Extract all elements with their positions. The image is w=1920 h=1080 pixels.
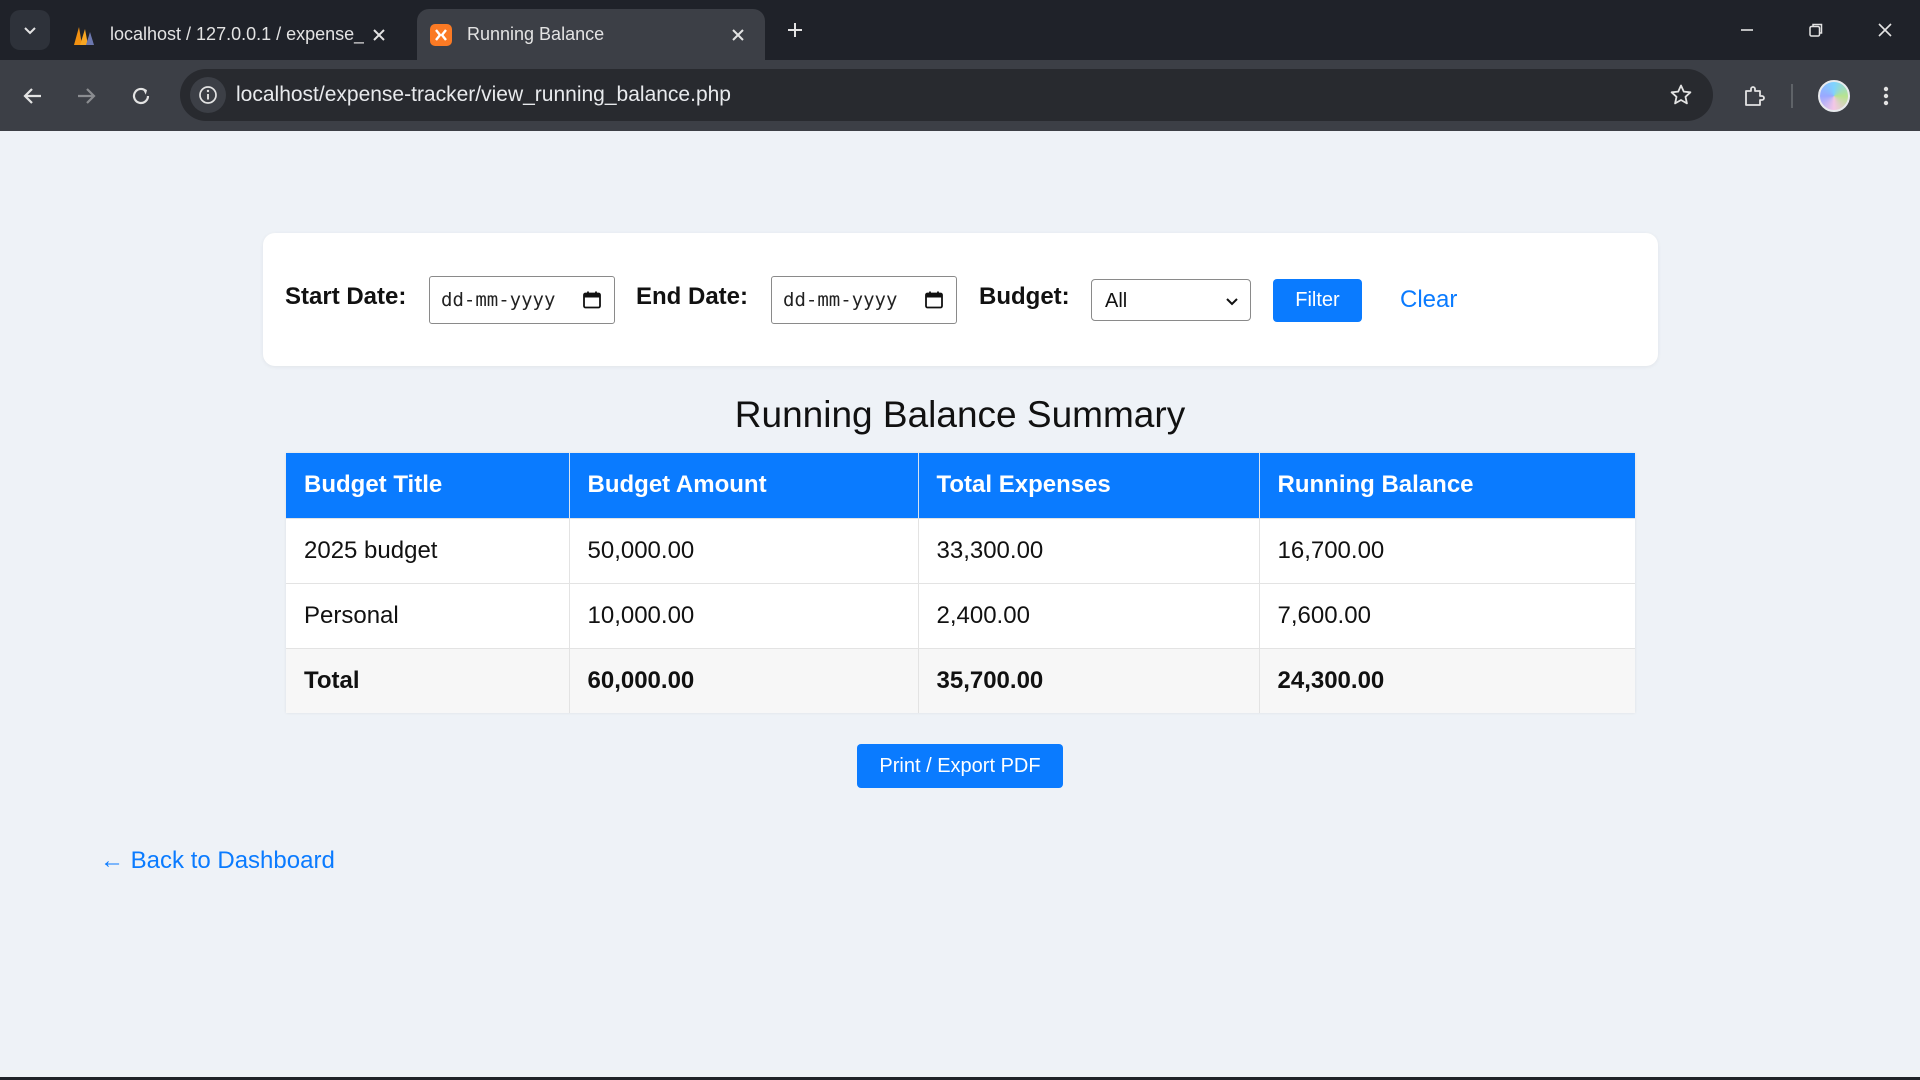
site-info-icon[interactable] bbox=[190, 77, 226, 113]
arrow-right-icon bbox=[78, 88, 96, 104]
table-header-row: Budget Title Budget Amount Total Expense… bbox=[286, 453, 1635, 518]
clear-link[interactable]: Clear bbox=[1400, 286, 1457, 314]
end-date-input[interactable]: dd-mm-yyyy bbox=[771, 276, 957, 324]
reload-button[interactable] bbox=[122, 77, 160, 115]
cell-budget-amount: 10,000.00 bbox=[569, 582, 919, 648]
arrow-left-icon bbox=[23, 88, 41, 104]
restore-button[interactable] bbox=[1794, 12, 1838, 48]
cell-budget-amount: 50,000.00 bbox=[569, 517, 919, 583]
back-to-dashboard-link[interactable]: ← Back to Dashboard bbox=[100, 847, 335, 875]
cell-budget-title: Personal bbox=[286, 582, 570, 648]
table-row: 2025 budget 50,000.00 33,300.00 16,700.0… bbox=[286, 517, 1635, 583]
phpmyadmin-icon bbox=[74, 26, 94, 45]
total-running-balance: 24,300.00 bbox=[1259, 647, 1635, 713]
profile-avatar[interactable] bbox=[1818, 80, 1850, 112]
calendar-icon[interactable] bbox=[582, 290, 602, 310]
tab-phpmyadmin[interactable]: localhost / 127.0.0.1 / expense_ bbox=[58, 9, 406, 60]
browser-tabstrip: localhost / 127.0.0.1 / expense_ Running… bbox=[0, 0, 1920, 60]
calendar-icon[interactable] bbox=[924, 290, 944, 310]
budget-label: Budget: bbox=[979, 283, 1070, 310]
filter-form: Start Date: dd-mm-yyyy End Date: dd-mm-y… bbox=[263, 233, 1658, 366]
browser-toolbar: localhost/expense-tracker/view_running_b… bbox=[0, 60, 1920, 131]
extensions-button[interactable] bbox=[1735, 77, 1773, 115]
end-date-label: End Date: bbox=[636, 283, 749, 310]
cell-total-expenses: 33,300.00 bbox=[918, 517, 1260, 583]
reload-icon bbox=[132, 87, 150, 105]
more-vertical-icon bbox=[1883, 86, 1889, 106]
tab-title: localhost / 127.0.0.1 / expense_ bbox=[110, 24, 364, 44]
back-button[interactable] bbox=[14, 77, 52, 115]
start-date-input[interactable]: dd-mm-yyyy bbox=[429, 276, 615, 324]
tab-running-balance[interactable]: Running Balance bbox=[417, 9, 765, 60]
restore-icon bbox=[1809, 23, 1823, 37]
budget-select[interactable]: All bbox=[1091, 279, 1251, 321]
address-bar[interactable]: localhost/expense-tracker/view_running_b… bbox=[180, 69, 1713, 121]
chevron-down-icon bbox=[1226, 298, 1238, 306]
cell-running-balance: 16,700.00 bbox=[1259, 517, 1635, 583]
browser-menu-button[interactable] bbox=[1867, 77, 1905, 115]
new-tab-button[interactable] bbox=[779, 14, 811, 46]
table-row: Personal 10,000.00 2,400.00 7,600.00 bbox=[286, 582, 1635, 648]
tab-search-button[interactable] bbox=[10, 10, 50, 50]
chevron-down-icon bbox=[24, 27, 36, 35]
start-date-label: Start Date: bbox=[285, 283, 407, 310]
end-date-value: dd-mm-yyyy bbox=[783, 289, 898, 311]
bookmark-star-icon[interactable] bbox=[1667, 81, 1695, 109]
cell-running-balance: 7,600.00 bbox=[1259, 582, 1635, 648]
filter-button[interactable]: Filter bbox=[1273, 279, 1362, 322]
forward-button[interactable] bbox=[67, 77, 105, 115]
header-running-balance: Running Balance bbox=[1259, 453, 1635, 518]
url-text[interactable]: localhost/expense-tracker/view_running_b… bbox=[236, 69, 731, 121]
total-budget-amount: 60,000.00 bbox=[569, 647, 919, 713]
start-date-value: dd-mm-yyyy bbox=[441, 289, 556, 311]
summary-title: Running Balance Summary bbox=[734, 394, 1186, 435]
close-icon bbox=[1878, 23, 1892, 37]
total-label: Total bbox=[286, 647, 570, 713]
toolbar-separator bbox=[1791, 84, 1793, 108]
table-total-row: Total 60,000.00 35,700.00 24,300.00 bbox=[286, 647, 1635, 713]
close-tab-icon[interactable] bbox=[723, 20, 753, 50]
xampp-icon bbox=[430, 23, 452, 46]
close-tab-icon[interactable] bbox=[364, 20, 394, 50]
puzzle-icon bbox=[1745, 86, 1765, 106]
budget-select-value: All bbox=[1105, 290, 1128, 312]
cell-budget-title: 2025 budget bbox=[286, 517, 570, 583]
header-total-expenses: Total Expenses bbox=[918, 453, 1260, 518]
running-balance-table: Budget Title Budget Amount Total Expense… bbox=[286, 453, 1635, 713]
minimize-button[interactable] bbox=[1725, 12, 1769, 48]
print-export-button[interactable]: Print / Export PDF bbox=[857, 744, 1063, 788]
tab-title: Running Balance bbox=[467, 24, 605, 44]
close-window-button[interactable] bbox=[1863, 12, 1907, 48]
minimize-icon bbox=[1741, 29, 1753, 31]
total-expenses: 35,700.00 bbox=[918, 647, 1260, 713]
header-budget-amount: Budget Amount bbox=[569, 453, 919, 518]
header-budget-title: Budget Title bbox=[286, 453, 570, 518]
cell-total-expenses: 2,400.00 bbox=[918, 582, 1260, 648]
plus-icon bbox=[788, 23, 802, 37]
